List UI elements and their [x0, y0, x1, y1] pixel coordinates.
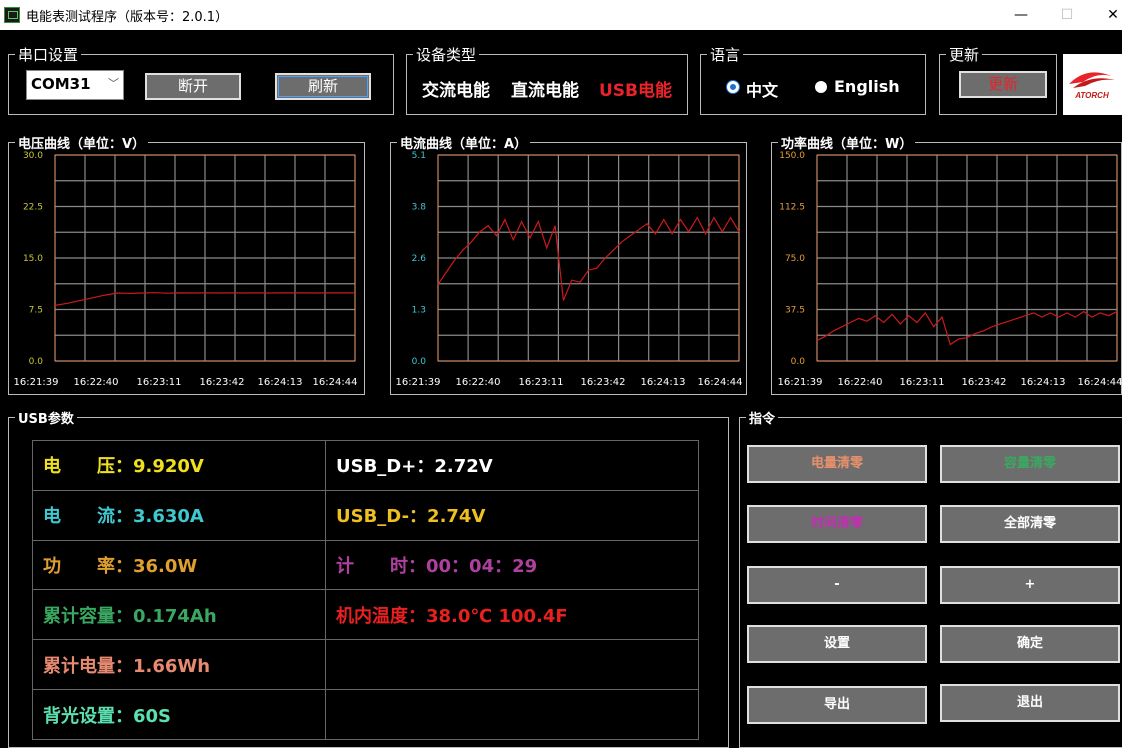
current-x-tick-label: 16:23:11 [519, 377, 564, 388]
power-value: 36.0W [133, 556, 198, 578]
power-y-tick-label: 75.0 [785, 254, 805, 264]
usb-params-table: 电 压：9.920V USB_D+：2.72V 电 流：3.630A USB_D… [32, 440, 699, 740]
exit-button[interactable]: 退出 [940, 684, 1120, 722]
voltage-x-tick-label: 16:23:11 [137, 377, 182, 388]
power-x-tick-label: 16:21:39 [778, 377, 823, 388]
capacity-cell: 累计容量：0.174Ah [32, 589, 326, 641]
current-y-tick-label: 1.3 [412, 306, 426, 316]
table-row: 电 压：9.920V USB_D+：2.72V [32, 440, 699, 491]
power-x-tick-label: 16:23:11 [900, 377, 945, 388]
capacity-value: 0.174Ah [133, 605, 217, 627]
voltage-x-tick-label: 16:23:42 [200, 377, 245, 388]
backlight-cell: 背光设置：60S [32, 689, 326, 740]
power-y-tick-label: 0.0 [791, 357, 806, 367]
table-row: 累计电量：1.66Wh [32, 639, 699, 691]
temperature-cell: 机内温度：38.0℃ 100.4F [325, 589, 699, 641]
clear-all-button[interactable]: 全部清零 [940, 505, 1120, 543]
voltage-value: 9.920V [133, 456, 204, 478]
d-minus-value: 2.74V [427, 506, 486, 528]
table-row: 电 流：3.630A USB_D-：2.74V [32, 489, 699, 541]
voltage-y-tick-label: 30.0 [23, 151, 43, 161]
table-row: 背光设置：60S [32, 689, 699, 740]
current-y-tick-label: 0.0 [412, 357, 427, 367]
voltage-x-tick-label: 16:22:40 [74, 377, 119, 388]
temperature-value: 38.0℃ 100.4F [426, 605, 568, 627]
power-x-tick-label: 16:24:13 [1021, 377, 1066, 388]
current-x-tick-label: 16:21:39 [396, 377, 441, 388]
current-x-tick-label: 16:24:44 [698, 377, 743, 388]
empty-cell [325, 689, 699, 740]
voltage-x-tick-label: 16:24:13 [258, 377, 303, 388]
current-value: 3.630A [133, 506, 204, 528]
energy-value: 1.66Wh [133, 655, 211, 677]
charts-canvas: 30.0 22.5 15.0 7.5 0.0 16:21:39 16:22:40 16:23:… [14, 151, 1122, 388]
current-x-tick-label: 16:23:42 [581, 377, 626, 388]
energy-cell: 累计电量：1.66Wh [32, 639, 326, 691]
d-minus-label: USB_D-： [336, 506, 428, 528]
table-row: 累计容量：0.174Ah 机内温度：38.0℃ 100.4F [32, 589, 699, 641]
confirm-button[interactable]: 确定 [940, 625, 1120, 663]
plus-button[interactable]: + [940, 566, 1120, 604]
current-y-tick-label: 2.6 [412, 254, 427, 264]
power-x-tick-label: 16:24:44 [1078, 377, 1122, 388]
power-cell: 功 率：36.0W [32, 539, 326, 591]
current-label: 电 流： [43, 506, 133, 528]
voltage-label: 电 压： [43, 456, 133, 478]
voltage-y-tick-label: 15.0 [23, 254, 43, 264]
power-y-tick-label: 150.0 [779, 151, 805, 161]
voltage-cell: 电 压：9.920V [32, 440, 326, 491]
backlight-value: 60S [133, 705, 172, 727]
export-button[interactable]: 导出 [747, 686, 927, 724]
power-x-tick-label: 16:23:42 [962, 377, 1007, 388]
power-y-tick-label: 112.5 [779, 203, 805, 213]
power-x-tick-label: 16:22:40 [838, 377, 883, 388]
empty-cell [325, 639, 699, 691]
usb-params-legend: USB参数 [18, 412, 74, 427]
current-x-tick-label: 16:22:40 [456, 377, 501, 388]
settings-button[interactable]: 设置 [747, 625, 927, 663]
clear-energy-button[interactable]: 电量清零 [747, 445, 927, 483]
voltage-x-tick-label: 16:21:39 [14, 377, 59, 388]
current-cell: 电 流：3.630A [32, 489, 326, 541]
d-minus-cell: USB_D-：2.74V [325, 489, 699, 541]
voltage-y-tick-label: 22.5 [23, 203, 43, 213]
table-row: 功 率：36.0W 计 时：00：04：29 [32, 539, 699, 591]
temperature-label: 机内温度： [336, 605, 426, 627]
timer-value: 00：04：29 [426, 556, 538, 578]
d-plus-label: USB_D+： [336, 456, 435, 478]
commands-legend: 指令 [749, 412, 776, 427]
minus-button[interactable]: - [747, 566, 927, 604]
energy-label: 累计电量： [43, 655, 133, 677]
current-y-tick-label: 5.1 [412, 151, 426, 161]
voltage-x-tick-label: 16:24:44 [313, 377, 358, 388]
power-y-tick-label: 37.5 [785, 306, 805, 316]
current-x-tick-label: 16:24:13 [641, 377, 686, 388]
voltage-y-tick-label: 7.5 [29, 306, 43, 316]
current-y-tick-label: 3.8 [412, 203, 427, 213]
clear-capacity-button[interactable]: 容量清零 [940, 445, 1120, 483]
capacity-label: 累计容量： [43, 605, 133, 627]
clear-time-button[interactable]: 时间清零 [747, 505, 927, 543]
backlight-label: 背光设置： [43, 705, 133, 727]
power-label: 功 率： [43, 556, 133, 578]
d-plus-cell: USB_D+：2.72V [325, 440, 699, 491]
voltage-y-tick-label: 0.0 [29, 357, 44, 367]
timer-label: 计 时： [336, 556, 426, 578]
d-plus-value: 2.72V [434, 456, 493, 478]
timer-cell: 计 时：00：04：29 [325, 539, 699, 591]
